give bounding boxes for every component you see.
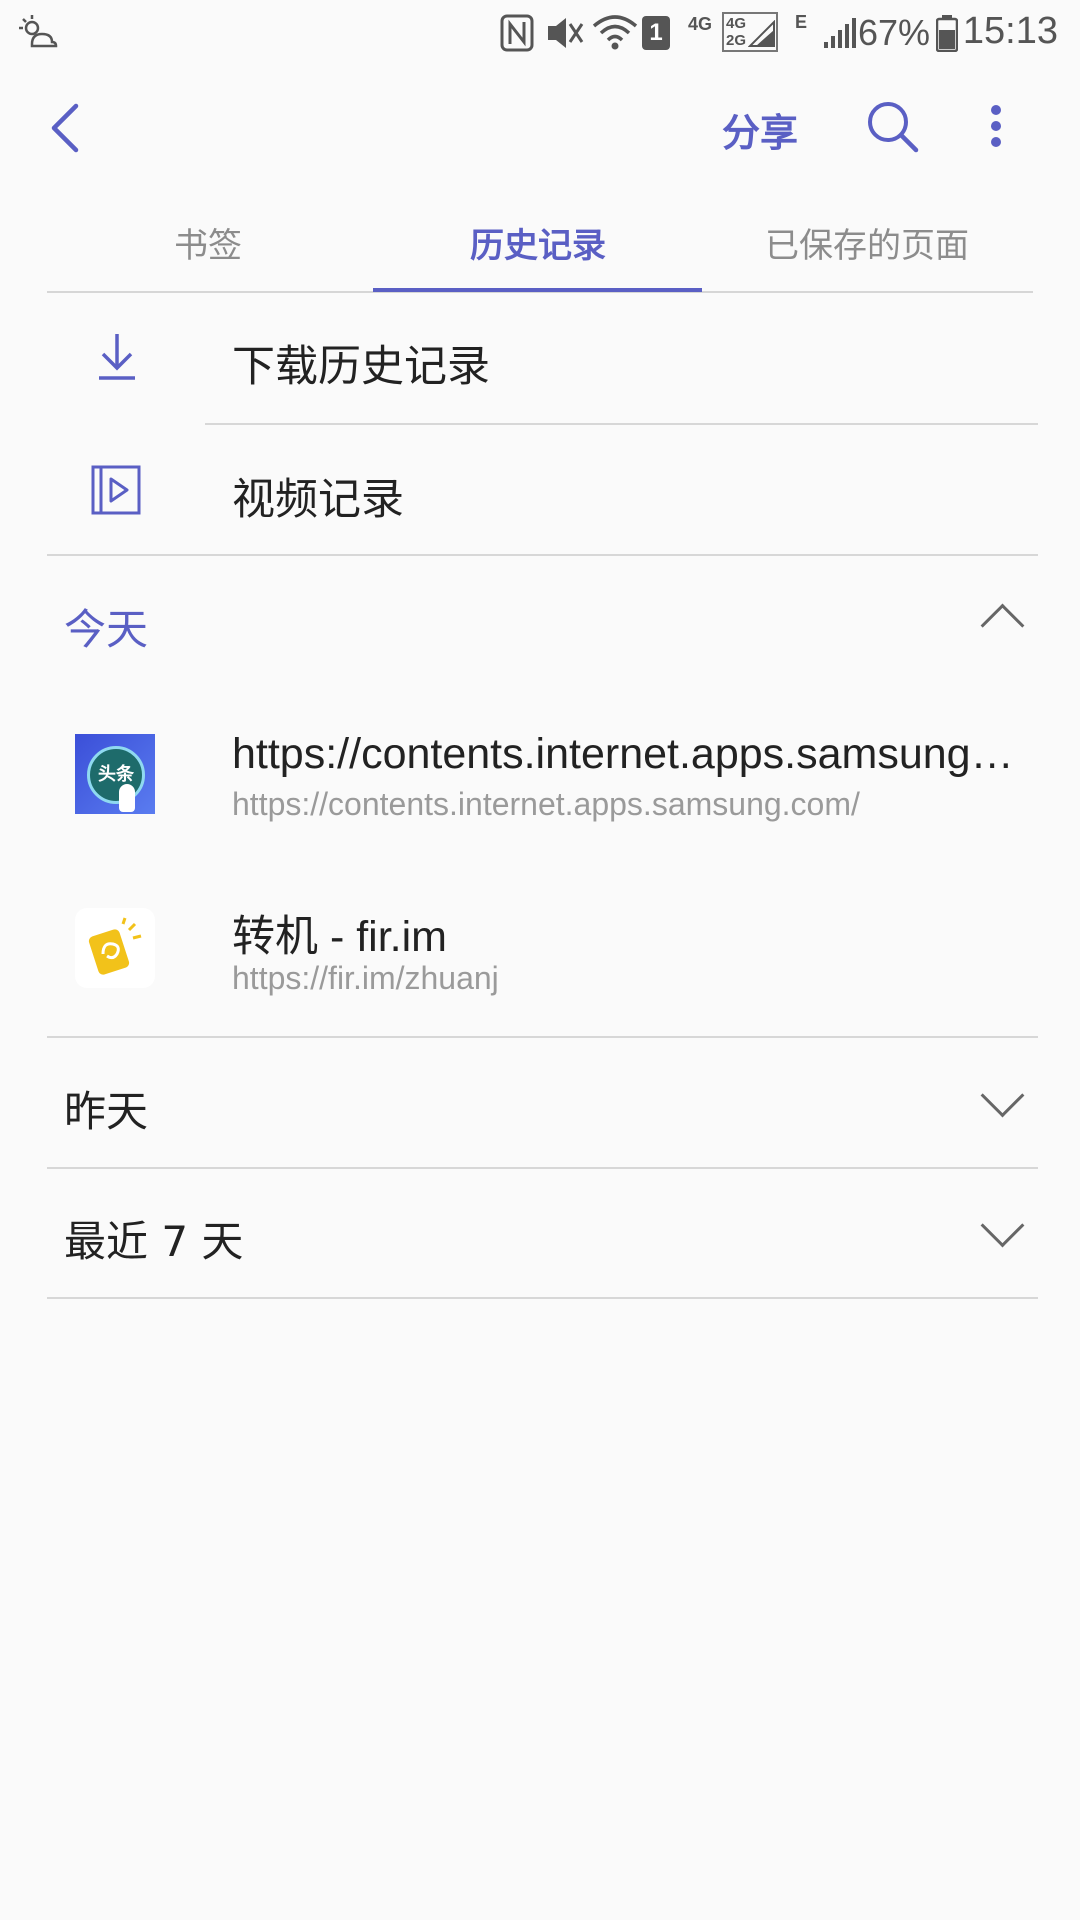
download-history-row[interactable]: 下载历史记录	[47, 294, 1037, 424]
divider	[47, 1036, 1038, 1038]
divider	[47, 1167, 1038, 1169]
nfc-icon	[500, 14, 534, 52]
section-today-label: 今天	[64, 605, 149, 654]
history-item-url: https://fir.im/zhuanj	[232, 960, 499, 996]
tab-saved-pages[interactable]: 已保存的页面	[702, 218, 1032, 267]
history-item-title: 转机 - fir.im	[232, 913, 447, 961]
battery-percent: 67%	[857, 12, 930, 53]
toutiao-app-icon: 头条	[75, 734, 155, 814]
share-button[interactable]: 分享	[722, 102, 798, 157]
section-yesterday-header[interactable]: 昨天	[47, 1040, 1037, 1166]
divider	[47, 554, 1038, 556]
history-item[interactable]: 头条 https://contents.internet.apps.samsun…	[47, 692, 1037, 862]
history-item-title: https://contents.internet.apps.samsung.c…	[232, 730, 1022, 778]
sim-icon: 1	[642, 16, 670, 50]
video-history-row[interactable]: 视频记录	[47, 425, 1037, 555]
section-last-7-days-label: 最近 7 天	[64, 1217, 244, 1266]
section-last-7-days-header[interactable]: 最近 7 天	[47, 1170, 1037, 1296]
download-icon	[99, 334, 135, 380]
wifi-icon	[592, 15, 638, 50]
chevron-down-icon[interactable]	[980, 1073, 1025, 1118]
mute-icon	[548, 18, 584, 48]
tab-history[interactable]: 历史记录	[374, 218, 702, 267]
chevron-down-icon[interactable]	[980, 1203, 1025, 1248]
search-icon[interactable]	[866, 100, 920, 154]
section-today-header[interactable]: 今天	[47, 560, 1037, 684]
signal-icon	[748, 20, 775, 47]
status-bar: 1 4G 4G 2G E 67% 15:13	[0, 0, 1080, 66]
section-yesterday-label: 昨天	[64, 1087, 149, 1136]
battery-icon	[936, 15, 958, 52]
history-item-url: https://contents.internet.apps.samsung.c…	[232, 786, 860, 822]
network-4g-label: 4G	[688, 14, 713, 34]
back-arrow-icon[interactable]	[46, 102, 86, 154]
download-history-label: 下载历史记录	[232, 342, 490, 392]
signal-icon	[824, 18, 856, 48]
tab-bookmarks[interactable]: 书签	[48, 218, 368, 267]
video-icon	[91, 465, 141, 515]
history-item[interactable]: 转机 - fir.im https://fir.im/zhuanj	[47, 866, 1037, 1036]
tab-selected-indicator	[373, 288, 702, 292]
more-vert-icon[interactable]	[986, 102, 1006, 154]
divider	[47, 1297, 1038, 1299]
weather-icon	[19, 15, 58, 48]
video-history-label: 视频记录	[232, 475, 404, 525]
dual-network-icon: 4G 2G	[722, 12, 778, 52]
network-e-label: E	[795, 12, 808, 32]
chevron-up-icon[interactable]	[980, 603, 1025, 648]
clock: 15:13	[962, 10, 1058, 52]
fir-im-app-icon	[75, 908, 155, 988]
